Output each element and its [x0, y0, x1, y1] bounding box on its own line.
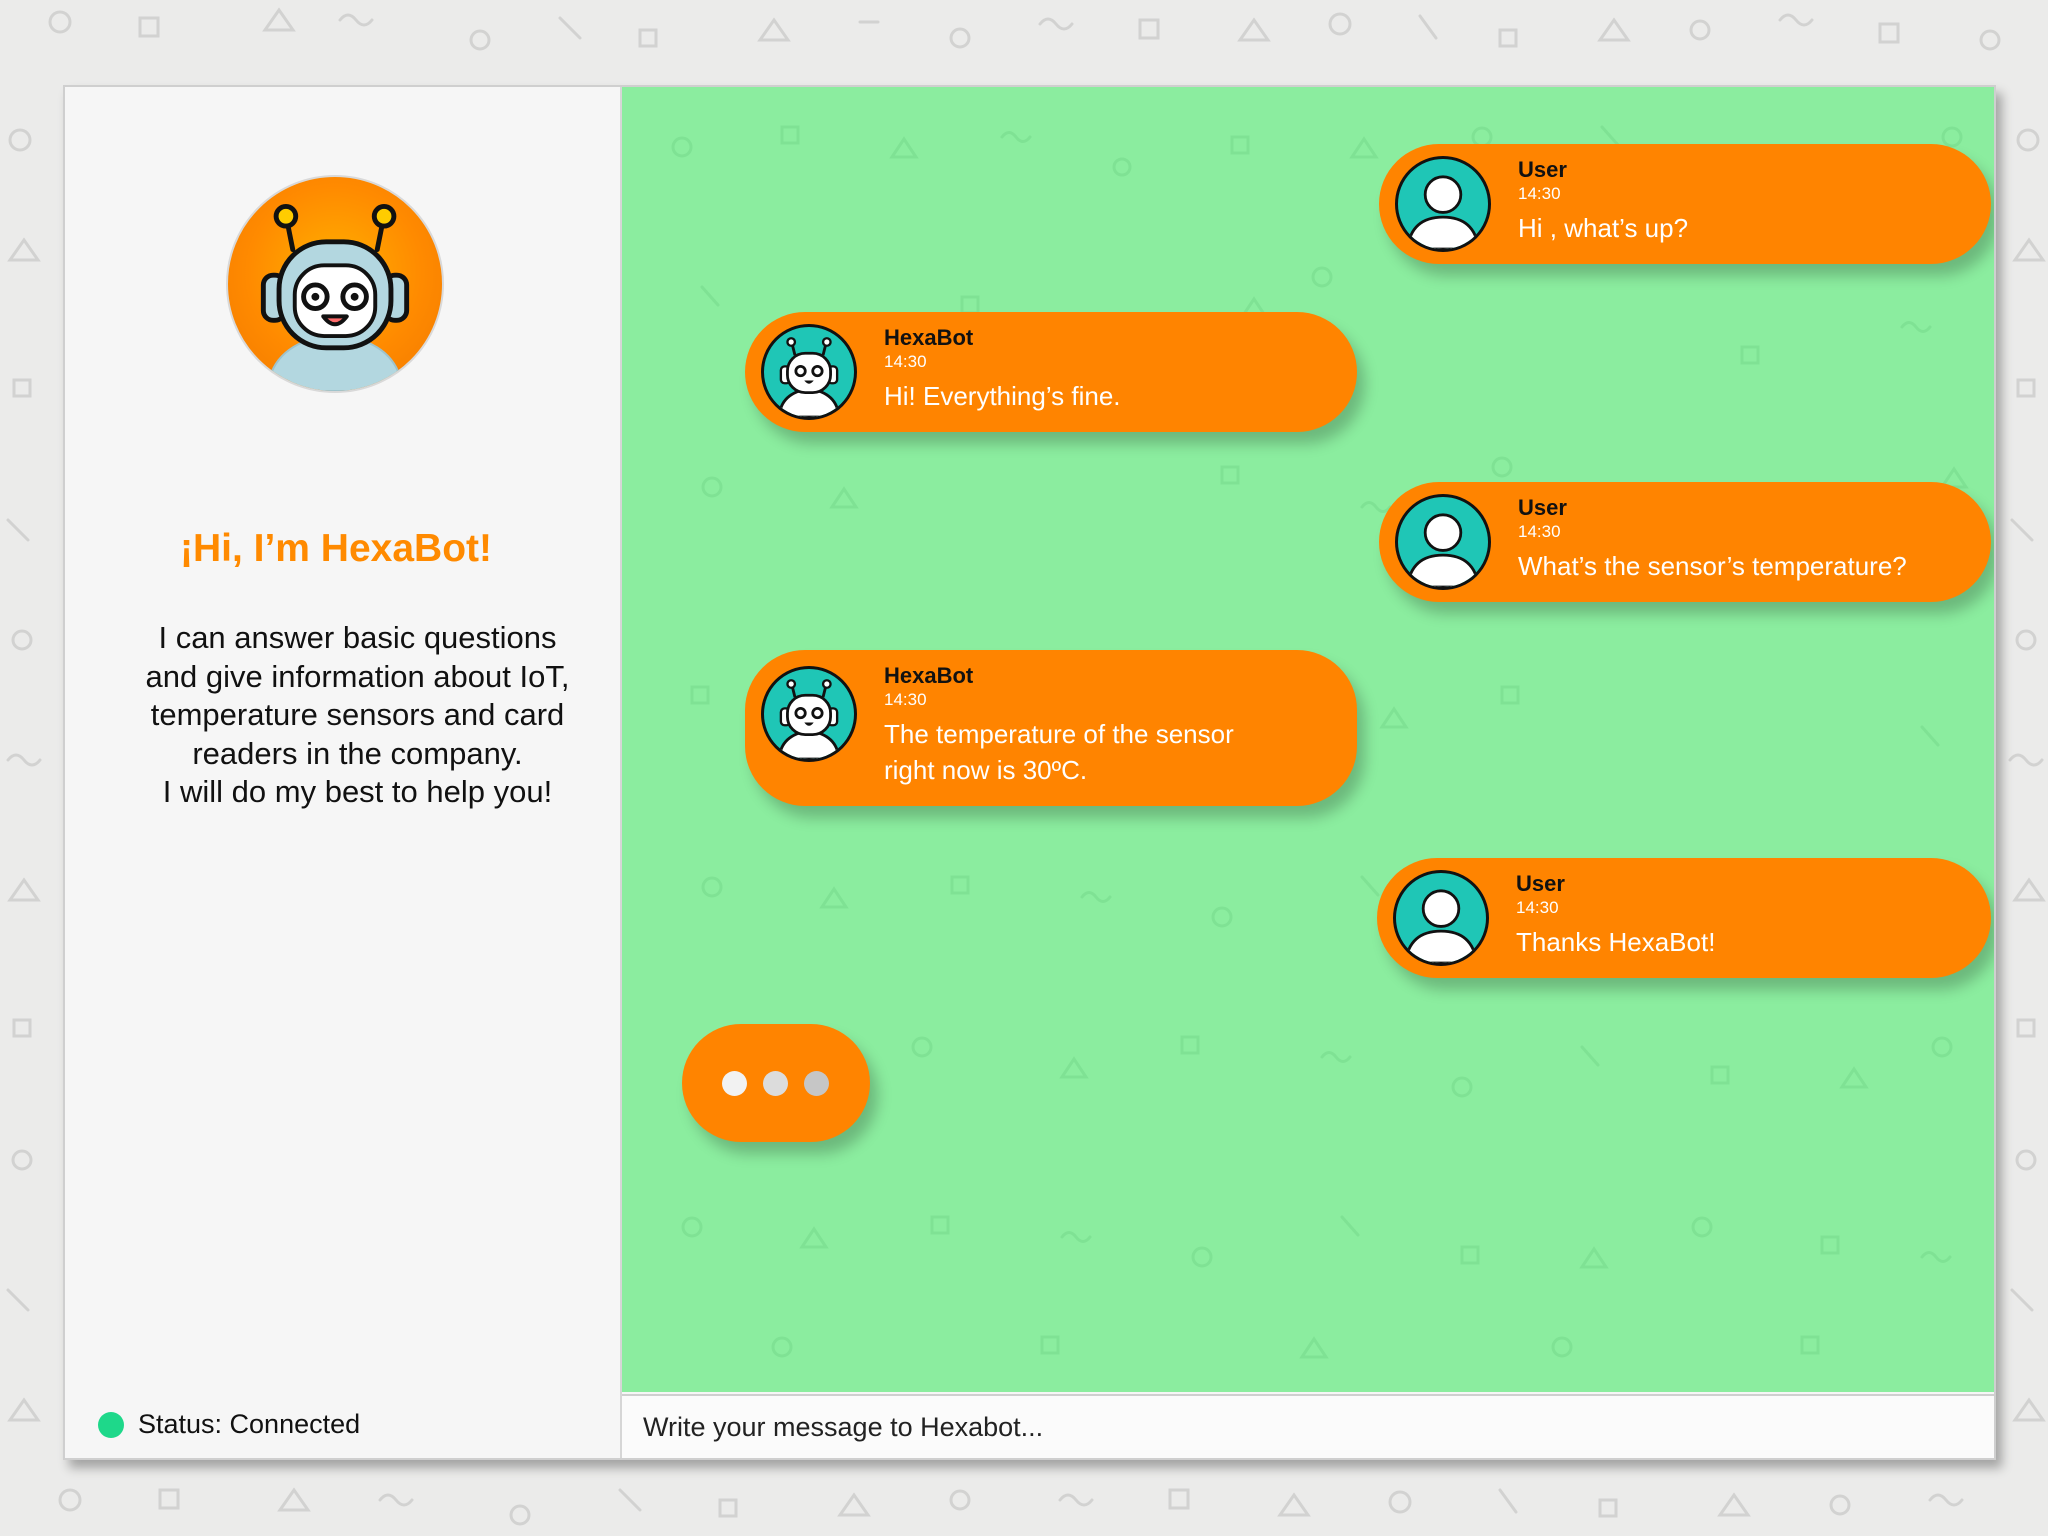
- user-icon: [1395, 494, 1491, 590]
- robot-icon: [761, 324, 857, 420]
- message-sender: User: [1518, 157, 1567, 182]
- intro-text: I can answer basic questions and give in…: [105, 619, 610, 812]
- message-sender: User: [1518, 495, 1567, 520]
- status-dot-icon: [98, 1411, 124, 1438]
- intro-line: I can answer basic questions: [158, 620, 557, 655]
- message-sender: HexaBot: [884, 663, 974, 688]
- message-line: Thanks HexaBot!: [1516, 927, 1716, 957]
- connection-status: Status: Connected: [98, 1409, 360, 1440]
- chat-window: ¡Hi, I’m HexaBot! I can answer basic que…: [63, 85, 1996, 1460]
- user-message: User 14:30 Thanks HexaBot!: [1377, 858, 1991, 978]
- typing-dot: [763, 1071, 788, 1096]
- user-icon: [1395, 156, 1491, 252]
- message-time: 14:30: [1516, 898, 1559, 917]
- bot-message: HexaBot 14:30 Hi! Everything’s fine.: [745, 312, 1357, 432]
- message-time: 14:30: [884, 690, 927, 709]
- message-line: What’s the sensor’s temperature?: [1518, 551, 1907, 581]
- message-text: Hi! Everything’s fine.: [884, 378, 1327, 414]
- robot-icon: [761, 666, 857, 762]
- message-line: Hi! Everything’s fine.: [884, 381, 1121, 411]
- message-sender: User: [1516, 871, 1565, 896]
- user-message: User 14:30 What’s the sensor’s temperatu…: [1379, 482, 1991, 602]
- message-line: The temperature of the sensor: [884, 719, 1234, 749]
- message-input-bar[interactable]: [622, 1394, 1994, 1458]
- message-line: Hi , what’s up?: [1518, 213, 1689, 243]
- message-input[interactable]: [622, 1396, 1994, 1458]
- robot-icon: [226, 175, 444, 393]
- intro-line: readers in the company.: [192, 735, 523, 771]
- user-message: User 14:30 Hi , what’s up?: [1379, 144, 1991, 264]
- message-text: The temperature of the sensor right now …: [884, 716, 1327, 788]
- typing-indicator: [682, 1024, 870, 1142]
- status-text: Status: Connected: [138, 1409, 361, 1439]
- greeting-title: ¡Hi, I’m HexaBot!: [179, 527, 493, 570]
- intro-line: I will do my best to help you!: [162, 774, 553, 809]
- chat-area[interactable]: User 14:30 Hi , what’s up? HexaBot 14:30…: [622, 87, 1994, 1392]
- user-icon: [1393, 870, 1489, 966]
- intro-line: temperature sensors and card: [150, 697, 565, 732]
- message-sender: HexaBot: [884, 325, 974, 350]
- message-time: 14:30: [884, 352, 927, 371]
- message-time: 14:30: [1518, 522, 1561, 541]
- sidebar: ¡Hi, I’m HexaBot! I can answer basic que…: [65, 87, 622, 1458]
- typing-dot: [804, 1071, 829, 1096]
- message-text: What’s the sensor’s temperature?: [1518, 548, 1961, 584]
- bot-message: HexaBot 14:30 The temperature of the sen…: [745, 650, 1357, 806]
- message-time: 14:30: [1518, 184, 1561, 203]
- message-text: Thanks HexaBot!: [1516, 924, 1961, 960]
- intro-line: and give information about IoT,: [145, 658, 570, 694]
- typing-dot: [722, 1071, 747, 1096]
- message-text: Hi , what’s up?: [1518, 210, 1961, 246]
- message-line: right now is 30ºC.: [884, 755, 1088, 785]
